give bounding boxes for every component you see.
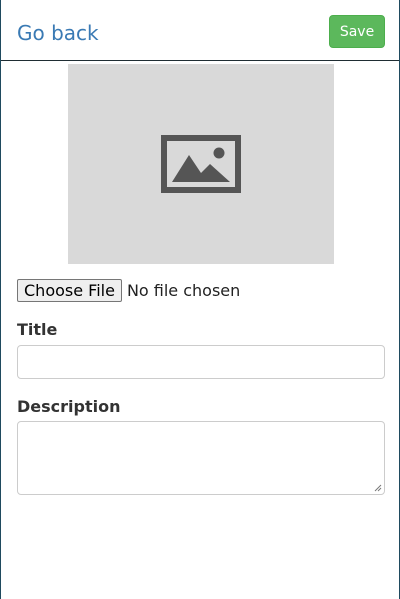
description-textarea[interactable] <box>17 421 385 495</box>
image-placeholder-icon <box>161 135 241 193</box>
choose-file-button[interactable]: Choose File <box>17 279 122 302</box>
image-preview <box>68 64 334 264</box>
resize-grip-icon[interactable] <box>374 484 382 492</box>
description-label: Description <box>17 397 121 416</box>
go-back-link[interactable]: Go back <box>17 21 99 45</box>
title-input[interactable] <box>17 345 385 379</box>
title-label: Title <box>17 320 58 339</box>
header-bar: Go back Save <box>1 0 399 61</box>
file-upload-row: Choose File No file chosen <box>17 279 240 302</box>
file-status-text: No file chosen <box>126 281 241 300</box>
save-button[interactable]: Save <box>329 15 385 48</box>
